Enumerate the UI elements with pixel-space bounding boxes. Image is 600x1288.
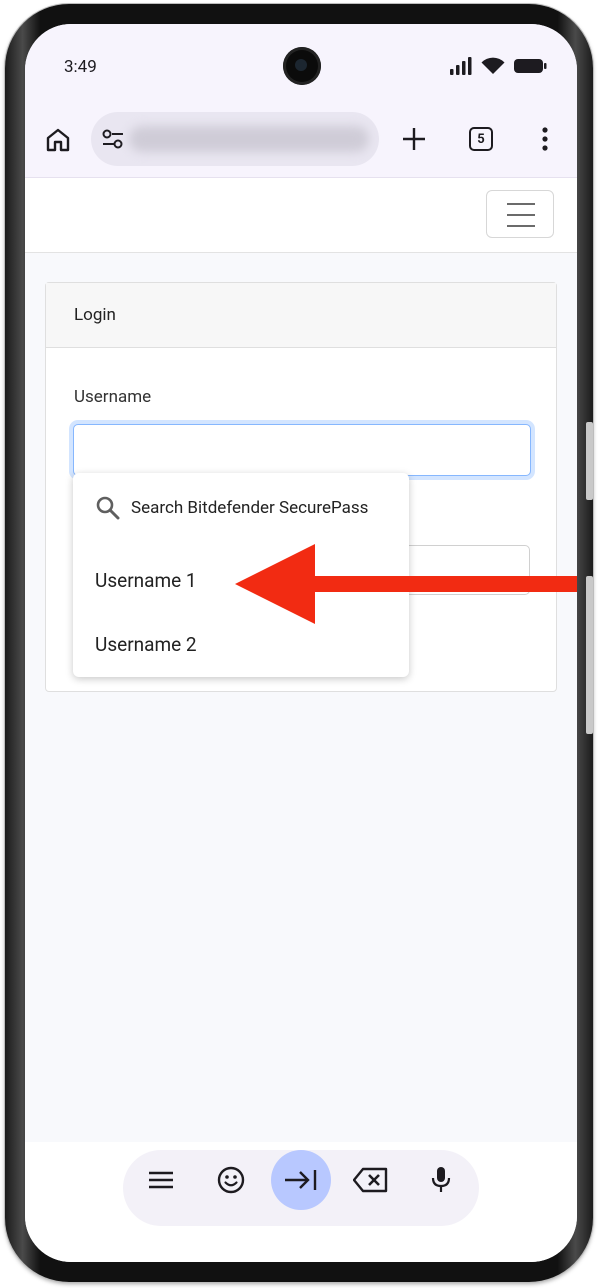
status-time: 3:49	[64, 57, 97, 77]
menu-button[interactable]	[535, 126, 555, 152]
wifi-icon	[481, 57, 505, 74]
autofill-item-username-2[interactable]: Username 2	[95, 633, 197, 656]
tab-arrow-icon	[285, 1170, 317, 1190]
blurred-url	[129, 126, 369, 152]
site-settings-icon	[102, 129, 123, 149]
address-bar[interactable]	[91, 112, 379, 166]
new-tab-button[interactable]	[401, 126, 427, 152]
autofill-search-label: Search Bitdefender SecurePass	[131, 498, 369, 518]
search-icon	[96, 496, 120, 520]
hamburger-line	[507, 214, 535, 216]
home-icon	[46, 128, 70, 152]
volume-button	[586, 422, 593, 500]
backspace-icon	[353, 1167, 388, 1193]
signal-icon	[450, 57, 472, 75]
front-camera	[283, 47, 321, 85]
power-button	[586, 576, 593, 734]
hamburger-line	[507, 203, 535, 205]
red-arrow-annotation	[235, 544, 577, 624]
keyboard-toolbar	[25, 1142, 577, 1262]
autofill-search[interactable]: Search Bitdefender SecurePass	[95, 495, 368, 521]
username-input[interactable]	[73, 424, 531, 476]
autofill-item-username-1[interactable]: Username 1	[95, 569, 197, 592]
home-button[interactable]	[45, 127, 71, 153]
status-icons	[449, 57, 547, 75]
hamburger-line	[507, 225, 535, 227]
navbar-toggler[interactable]	[486, 190, 554, 238]
phone-screen: 3:49 5 Login Username Search Bitdefender…	[25, 24, 577, 1262]
phone-frame: 3:49 5 Login Username Search Bitdefender…	[5, 4, 593, 1282]
tab-next-button[interactable]	[271, 1150, 331, 1210]
battery-icon	[514, 59, 547, 73]
keyboard-menu-button[interactable]	[131, 1150, 191, 1210]
card-title: Login	[46, 283, 556, 348]
site-navbar	[25, 177, 577, 253]
username-label: Username	[74, 387, 152, 407]
browser-top-bar: 3:49 5	[25, 24, 577, 177]
emoji-button[interactable]	[201, 1150, 261, 1210]
microphone-icon	[431, 1167, 451, 1192]
backspace-button[interactable]	[341, 1150, 401, 1210]
tab-switcher-button[interactable]: 5	[469, 127, 493, 151]
emoji-icon	[217, 1166, 245, 1194]
more-vert-icon	[542, 127, 548, 151]
plus-icon	[403, 128, 425, 150]
menu-icon	[149, 1171, 173, 1189]
voice-input-button[interactable]	[411, 1150, 471, 1210]
